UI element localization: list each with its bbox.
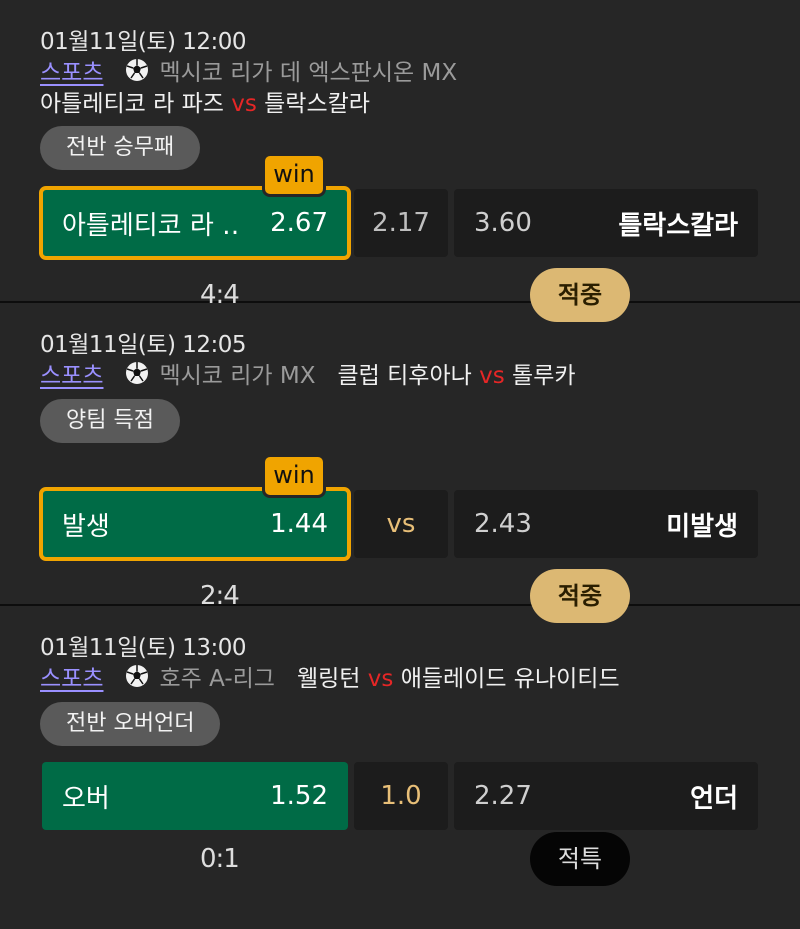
result-badge: 적특 — [530, 832, 630, 886]
home-odds-value: 2.67 — [270, 208, 328, 238]
draw-odds-button[interactable]: 2.17 — [354, 189, 448, 257]
draw-odds-button[interactable]: vs — [354, 490, 448, 558]
match-datetime: 01월11일(토) 13:00 — [40, 635, 247, 661]
home-team: 클럽 티후아나 — [337, 363, 472, 389]
odds-row: 아틀레티코 라 … 2.67 win 2.17 3.60 틀락스칼라 — [39, 153, 758, 260]
away-selection-label: 틀락스칼라 — [618, 210, 738, 241]
bet-card: 01월11일(토) 13:00 스포츠 호주 A-리그 웰링턴 vs 애들레이드… — [0, 606, 800, 909]
selection-label: 오버 — [62, 783, 110, 814]
selection-label: 아틀레티코 라 … — [62, 210, 237, 241]
away-selection-label: 언더 — [690, 783, 738, 814]
match-meta: 스포츠 호주 A-리그 웰링턴 vs 애들레이드 유나이티드 — [40, 659, 620, 693]
away-odds-value: 2.43 — [474, 509, 532, 539]
away-odds-button[interactable]: 3.60 틀락스칼라 — [454, 189, 758, 257]
home-odds-button[interactable]: 오버 1.52 — [42, 762, 348, 830]
market-type-badge: 양팀 득점 — [40, 399, 180, 443]
final-score: 0:1 — [200, 844, 240, 874]
away-odds-button[interactable]: 2.27 언더 — [454, 762, 758, 830]
vs-label: vs — [479, 363, 505, 389]
sport-link[interactable]: 스포츠 — [40, 53, 103, 87]
win-badge: win — [262, 153, 326, 197]
match-teams: 웰링턴 vs 애들레이드 유나이티드 — [297, 659, 620, 693]
home-odds-button[interactable]: 아틀레티코 라 … 2.67 — [39, 186, 351, 260]
away-odds-button[interactable]: 2.43 미발생 — [454, 490, 758, 558]
bet-card: 01월11일(토) 12:05 스포츠 멕시코 리가 MX 클럽 티후아나 vs… — [0, 303, 800, 623]
soccer-ball-icon — [126, 362, 149, 384]
match-meta: 스포츠 멕시코 리가 MX 클럽 티후아나 vs 톨루카 — [40, 356, 576, 390]
match-teams: 클럽 티후아나 vs 톨루카 — [338, 356, 576, 390]
match-datetime: 01월11일(토) 12:00 — [40, 29, 247, 55]
handicap-line-button[interactable]: 1.0 — [354, 762, 448, 830]
soccer-ball-icon — [126, 665, 149, 687]
match-datetime: 01월11일(토) 12:05 — [40, 332, 247, 358]
selection-label: 발생 — [62, 511, 110, 542]
odds-row: 오버 1.52 1.0 2.27 언더 — [42, 762, 758, 830]
away-odds-value: 2.27 — [474, 781, 532, 811]
home-odds-value: 1.44 — [270, 509, 328, 539]
away-team: 틀락스칼라 — [264, 91, 370, 117]
win-badge: win — [262, 454, 326, 498]
home-odds-value: 1.52 — [270, 781, 328, 811]
soccer-ball-icon — [126, 59, 149, 81]
home-odds-button[interactable]: 발생 1.44 — [39, 487, 351, 561]
league-name: 멕시코 리가 데 엑스판시온 MX — [159, 60, 458, 86]
vs-label: vs — [231, 91, 257, 117]
odds-row: 발생 1.44 win vs 2.43 미발생 — [39, 454, 758, 561]
match-teams: 아틀레티코 라 파즈 vs 틀락스칼라 — [40, 84, 370, 118]
market-type-badge: 전반 승무패 — [40, 126, 201, 170]
sport-link[interactable]: 스포츠 — [40, 659, 103, 693]
bet-card: 01월11일(토) 12:00 스포츠 멕시코 리가 데 엑스판시온 MX 아틀… — [0, 0, 800, 322]
market-type-badge: 전반 오버언더 — [40, 702, 221, 746]
away-team: 톨루카 — [512, 363, 576, 389]
league-name: 멕시코 리가 MX — [159, 363, 316, 389]
away-team: 애들레이드 유나이티드 — [400, 666, 620, 692]
league-name: 호주 A-리그 — [159, 666, 275, 692]
home-team: 아틀레티코 라 파즈 — [40, 91, 224, 117]
home-team: 웰링턴 — [296, 666, 361, 692]
sport-link[interactable]: 스포츠 — [40, 356, 103, 390]
away-selection-label: 미발생 — [666, 511, 738, 542]
vs-label: vs — [367, 666, 394, 692]
match-meta: 스포츠 멕시코 리가 데 엑스판시온 MX — [40, 53, 457, 87]
away-odds-value: 3.60 — [474, 208, 532, 238]
